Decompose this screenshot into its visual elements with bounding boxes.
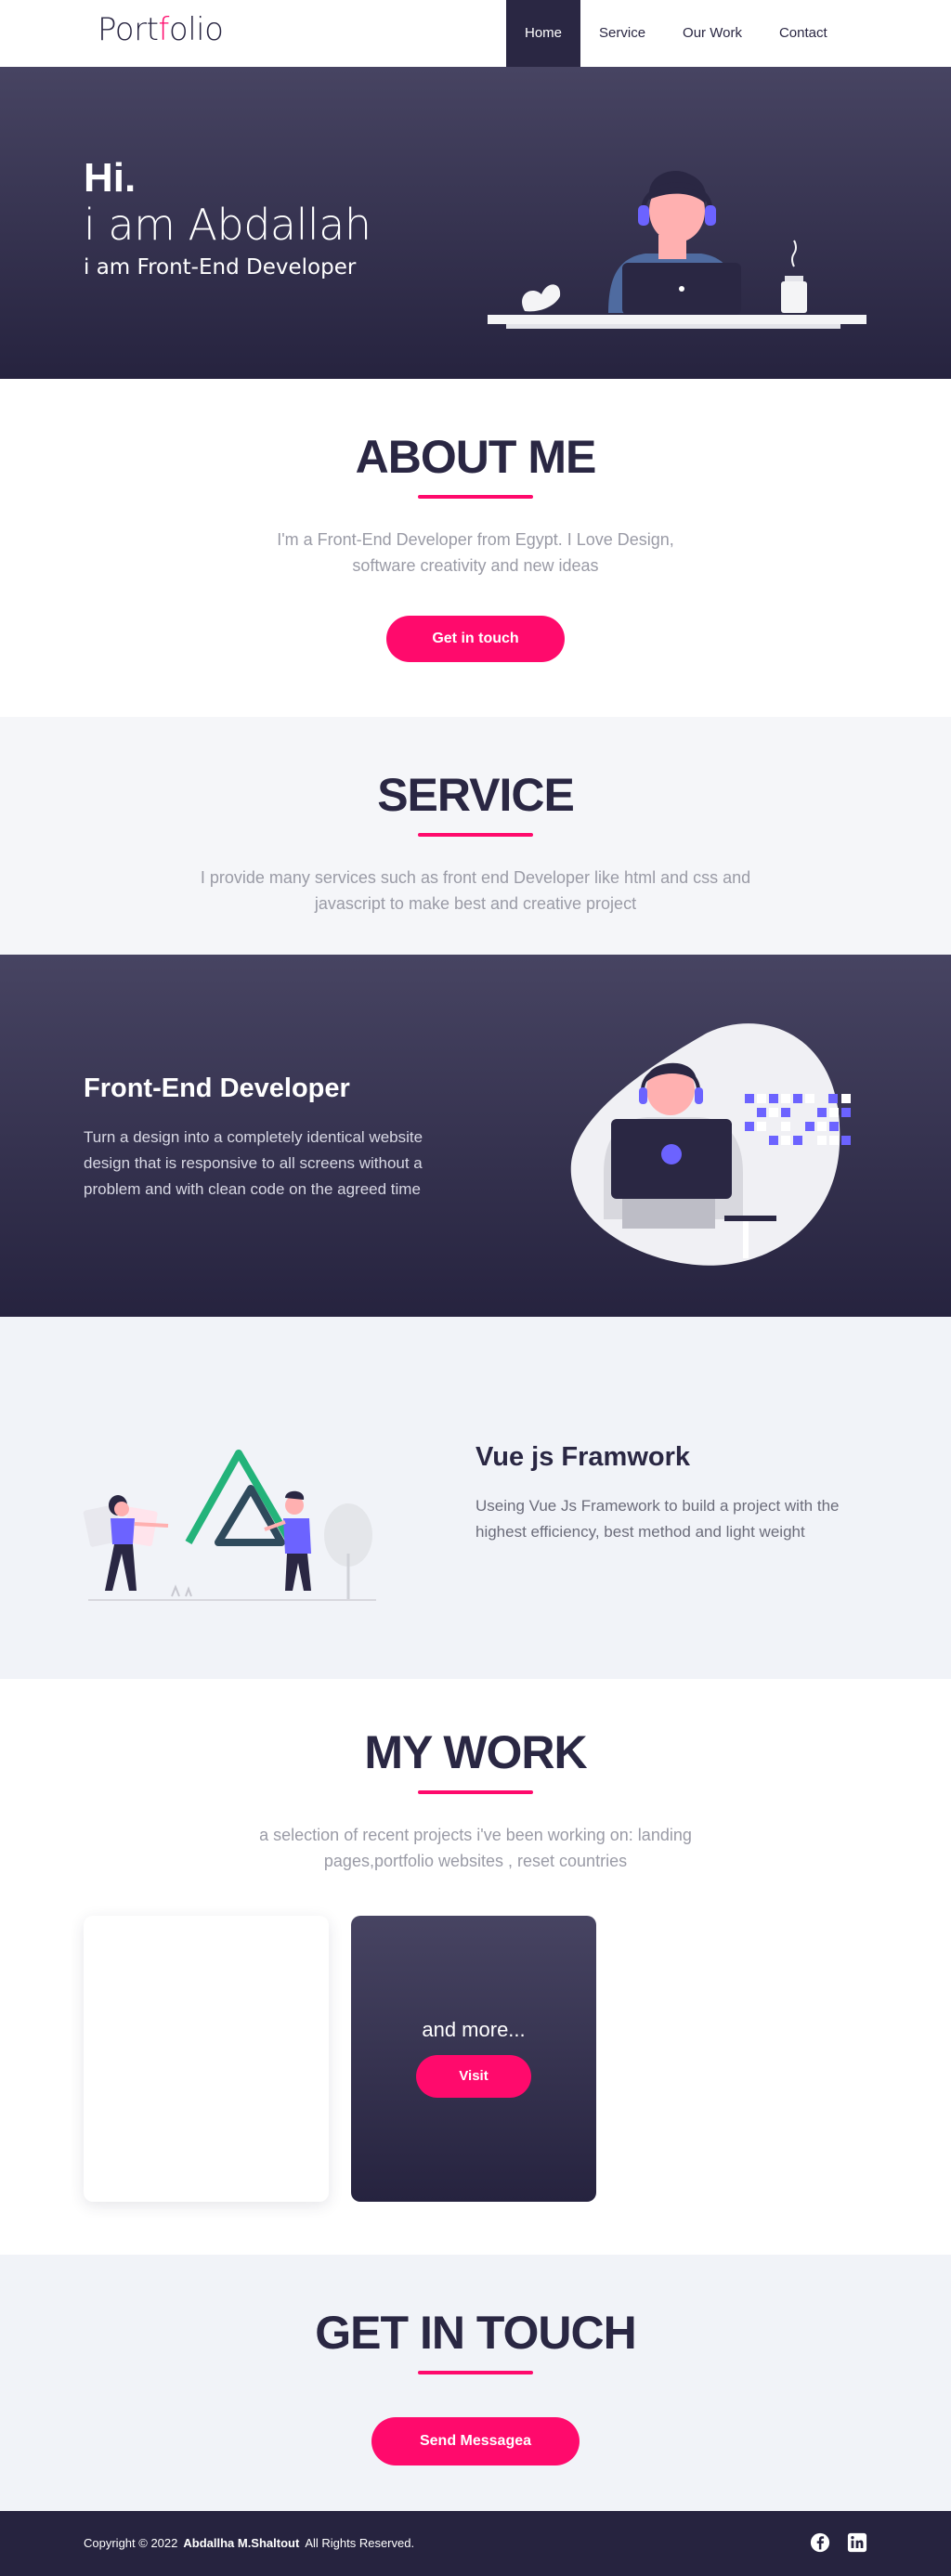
service-title: SERVICE bbox=[377, 769, 575, 821]
nav-our-work[interactable]: Our Work bbox=[664, 0, 761, 67]
linkedin-icon[interactable] bbox=[847, 2532, 867, 2553]
nav-service[interactable]: Service bbox=[580, 0, 664, 67]
about-section: ABOUT ME I'm a Front-End Developer from … bbox=[0, 379, 951, 717]
vue-feature-section: Vue js Framwork Useing Vue Js Framework … bbox=[0, 1317, 951, 1679]
more-projects-text: and more... bbox=[422, 2018, 526, 2041]
developer-at-desk-illustration bbox=[488, 171, 866, 329]
send-message-button[interactable]: Send Messagea bbox=[371, 2417, 580, 2465]
project-cards: and more... Visit bbox=[84, 1916, 596, 2202]
vue-feature-description: Useing Vue Js Framework to build a proje… bbox=[476, 1497, 840, 1541]
navbar: Portfolio Home Service Our Work Contact bbox=[0, 0, 951, 67]
work-description: a selection of recent projects i've been… bbox=[259, 1826, 692, 1870]
frontend-feature-section: Front-End Developer Turn a design into a… bbox=[0, 955, 951, 1317]
visit-button[interactable]: Visit bbox=[416, 2055, 531, 2098]
hero-greeting: Hi. bbox=[84, 155, 137, 201]
social-links bbox=[810, 2532, 867, 2553]
logo[interactable]: Portfolio bbox=[98, 11, 224, 48]
coder-with-laptop-illustration bbox=[570, 1023, 851, 1266]
about-title-underline bbox=[418, 495, 533, 499]
work-title-underline bbox=[418, 1790, 533, 1794]
frontend-feature-description: Turn a design into a completely identica… bbox=[84, 1128, 423, 1198]
work-section: MY WORK a selection of recent projects i… bbox=[0, 1679, 951, 2255]
about-title: ABOUT ME bbox=[355, 431, 597, 483]
more-projects-card: and more... Visit bbox=[351, 1916, 596, 2202]
about-description: I'm a Front-End Developer from Egypt. I … bbox=[277, 530, 674, 575]
contact-section: GET IN TOUCH Send Messagea bbox=[0, 2255, 951, 2511]
hero-text: Hi. i am Abdallah i am Front-End Develop… bbox=[84, 155, 371, 280]
vue-feature-text: Vue js Framwork Useing Vue Js Framework … bbox=[476, 1442, 847, 1545]
logo-text-end: olio bbox=[168, 11, 224, 48]
facebook-icon[interactable] bbox=[810, 2532, 830, 2553]
footer-copyright: Copyright © 2022 bbox=[84, 2536, 178, 2550]
logo-text-accent: f bbox=[158, 11, 169, 48]
frontend-feature-text: Front-End Developer Turn a design into a… bbox=[84, 1073, 455, 1203]
work-title: MY WORK bbox=[364, 1726, 587, 1778]
footer-author: Abdallha M.Shaltout bbox=[183, 2536, 300, 2550]
nav-contact[interactable]: Contact bbox=[761, 0, 846, 67]
service-description: I provide many services such as front en… bbox=[200, 868, 751, 913]
hero-role: i am Front-End Developer bbox=[84, 255, 357, 280]
footer-rights: All Rights Reserved. bbox=[305, 2536, 415, 2550]
service-title-underline bbox=[418, 833, 533, 837]
contact-title: GET IN TOUCH bbox=[315, 2307, 636, 2359]
service-section: SERVICE I provide many services such as … bbox=[0, 717, 951, 955]
vue-feature-title: Vue js Framwork bbox=[476, 1442, 691, 1472]
hero-section: Hi. i am Abdallah i am Front-End Develop… bbox=[0, 67, 951, 379]
contact-title-underline bbox=[418, 2371, 533, 2374]
get-in-touch-button[interactable]: Get in touch bbox=[386, 616, 565, 662]
footer: Copyright © 2022 Abdallha M.Shaltout All R… bbox=[0, 2511, 951, 2576]
main-menu: Home Service Our Work Contact bbox=[506, 0, 846, 67]
project-card[interactable] bbox=[84, 1916, 329, 2202]
vue-logo-team-illustration bbox=[83, 1450, 376, 1601]
logo-text-start: Port bbox=[98, 11, 159, 48]
nav-home[interactable]: Home bbox=[506, 0, 581, 67]
footer-text: Copyright © 2022 Abdallha M.Shaltout All R… bbox=[84, 2536, 414, 2550]
frontend-feature-title: Front-End Developer bbox=[84, 1073, 350, 1103]
hero-name: i am Abdallah bbox=[84, 200, 371, 251]
